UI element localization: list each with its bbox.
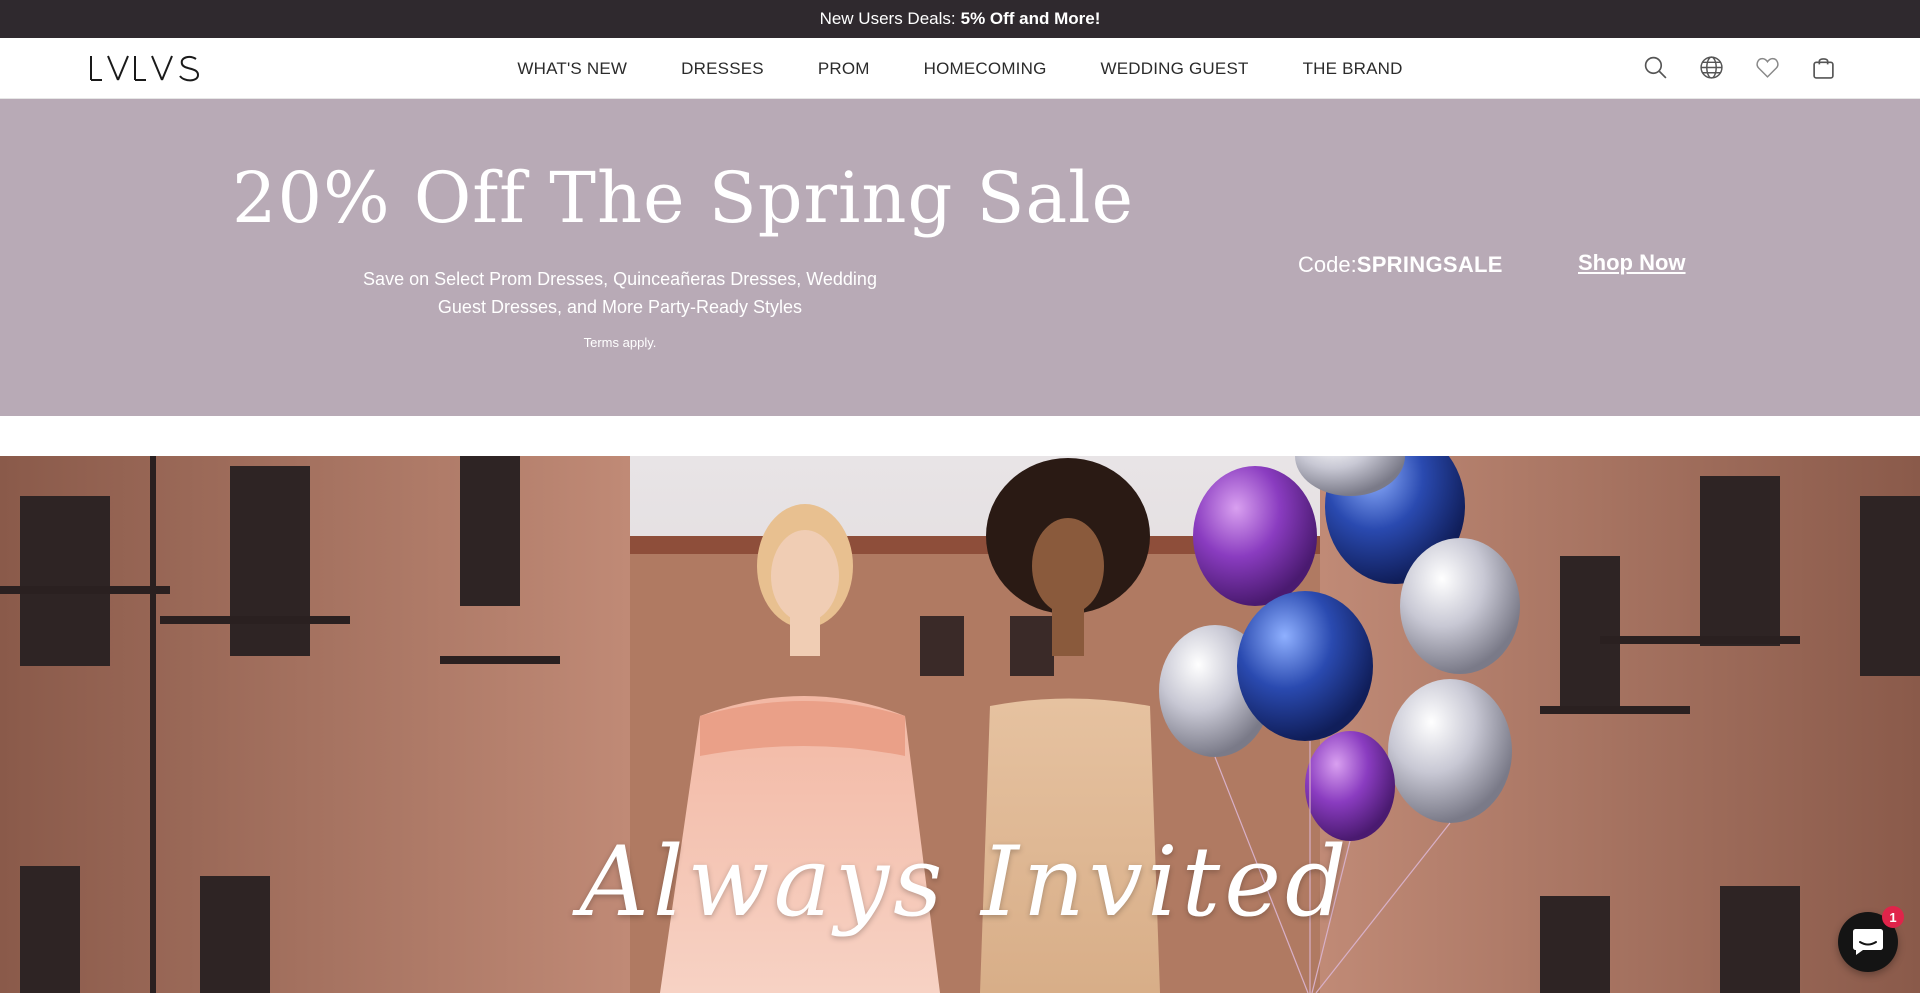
promo-subtitle: Save on Select Prom Dresses, Quinceañera… bbox=[363, 269, 877, 317]
promo-code: Code:SPRINGSALE bbox=[1298, 252, 1503, 278]
promo-terms[interactable]: Terms apply. bbox=[520, 335, 720, 350]
announcement-prefix: New Users Deals: bbox=[819, 9, 956, 28]
hero-script-text: Always Invited bbox=[579, 826, 1351, 938]
hero-banner[interactable]: Always Invited bbox=[0, 456, 1920, 993]
nav-whats-new[interactable]: WHAT'S NEW bbox=[490, 59, 654, 79]
announcement-bar: New Users Deals: 5% Off and More! bbox=[0, 0, 1920, 38]
promo-banner: 20% Off The Spring Sale Save on Select P… bbox=[0, 99, 1920, 416]
shop-now-link[interactable]: Shop Now bbox=[1578, 250, 1686, 276]
chat-notification-badge: 1 bbox=[1882, 906, 1904, 928]
brand-logo[interactable] bbox=[88, 54, 212, 82]
header-actions bbox=[1643, 54, 1836, 81]
site-header: WHAT'S NEW DRESSES PROM HOMECOMING WEDDI… bbox=[0, 38, 1920, 99]
promo-code-label: Code: bbox=[1298, 252, 1357, 277]
main-nav: WHAT'S NEW DRESSES PROM HOMECOMING WEDDI… bbox=[0, 38, 1920, 99]
chat-bubble-icon bbox=[1853, 929, 1883, 955]
promo-code-value: SPRINGSALE bbox=[1356, 252, 1503, 277]
nav-homecoming[interactable]: HOMECOMING bbox=[897, 59, 1074, 79]
logo-mark bbox=[90, 55, 200, 82]
nav-the-brand[interactable]: THE BRAND bbox=[1276, 59, 1430, 79]
globe-icon[interactable] bbox=[1699, 54, 1724, 81]
announcement-highlight: 5% Off and More! bbox=[960, 9, 1101, 28]
nav-wedding-guest[interactable]: WEDDING GUEST bbox=[1074, 59, 1276, 79]
nav-prom[interactable]: PROM bbox=[791, 59, 897, 79]
promo-title: 20% Off The Spring Sale bbox=[232, 157, 1134, 239]
bag-icon[interactable] bbox=[1811, 54, 1836, 81]
search-icon[interactable] bbox=[1643, 54, 1668, 81]
heart-icon[interactable] bbox=[1755, 54, 1780, 81]
nav-dresses[interactable]: DRESSES bbox=[654, 59, 791, 79]
